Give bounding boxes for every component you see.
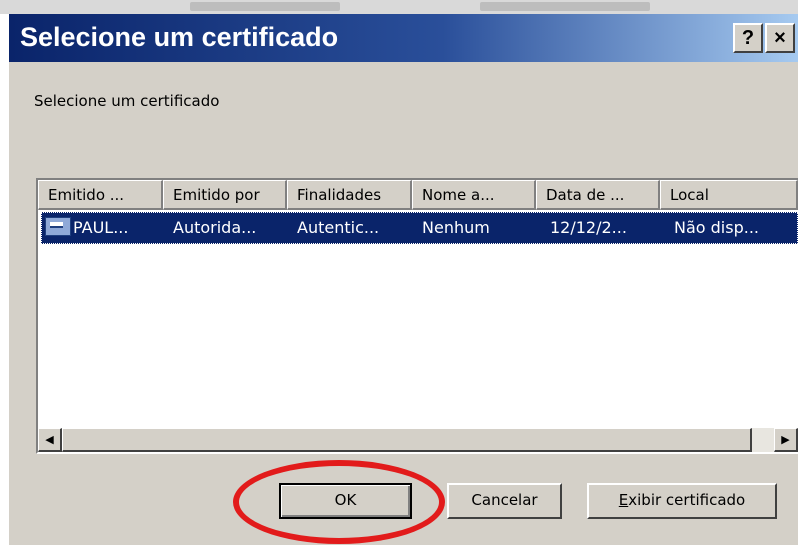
view-certificate-mnemonic: E bbox=[618, 491, 629, 509]
arrow-right-icon: ▶ bbox=[781, 433, 790, 446]
column-header-location[interactable]: Local bbox=[660, 180, 798, 210]
cell-friendly-name: Nenhum bbox=[422, 218, 490, 237]
cell-location: Não disp... bbox=[674, 218, 759, 237]
list-header: Emitido ... Emitido por Finalidades Nome… bbox=[38, 180, 798, 210]
table-row[interactable]: PAUL... Autorida... Autentic... Nenhum 1… bbox=[41, 212, 798, 244]
certificate-list[interactable]: Emitido ... Emitido por Finalidades Nome… bbox=[36, 178, 798, 454]
cell-expiration-date: 12/12/2... bbox=[550, 218, 627, 237]
cell-purposes: Autentic... bbox=[297, 218, 380, 237]
help-button[interactable]: ? bbox=[733, 23, 763, 53]
title-bar: Selecione um certificado ? × bbox=[9, 14, 798, 62]
horizontal-scrollbar[interactable]: ◀ ▶ bbox=[38, 428, 798, 452]
column-header-issued-to[interactable]: Emitido ... bbox=[38, 180, 163, 210]
background-strip bbox=[0, 0, 798, 14]
prompt-label: Selecione um certificado bbox=[34, 92, 220, 110]
arrow-left-icon: ◀ bbox=[45, 433, 54, 446]
column-header-issued-by[interactable]: Emitido por bbox=[163, 180, 287, 210]
scroll-right-button[interactable]: ▶ bbox=[774, 428, 798, 452]
certificate-icon bbox=[45, 217, 71, 236]
column-header-friendly-name[interactable]: Nome a... bbox=[412, 180, 536, 210]
highlight-annotation-circle bbox=[233, 460, 445, 544]
close-icon: × bbox=[774, 27, 786, 49]
cell-issued-to: PAUL... bbox=[73, 218, 129, 237]
view-certificate-label: xibir certificado bbox=[628, 491, 746, 509]
close-button[interactable]: × bbox=[765, 23, 795, 53]
cancel-button[interactable]: Cancelar bbox=[447, 483, 562, 519]
view-certificate-button[interactable]: Exibir certificado bbox=[587, 483, 777, 519]
help-icon: ? bbox=[741, 27, 755, 49]
window-title: Selecione um certificado bbox=[20, 22, 339, 52]
scroll-left-button[interactable]: ◀ bbox=[38, 428, 62, 452]
cell-issued-by: Autorida... bbox=[173, 218, 257, 237]
column-header-purposes[interactable]: Finalidades bbox=[287, 180, 412, 210]
scrollbar-thumb[interactable] bbox=[62, 428, 752, 452]
column-header-expiration-date[interactable]: Data de ... bbox=[536, 180, 660, 210]
